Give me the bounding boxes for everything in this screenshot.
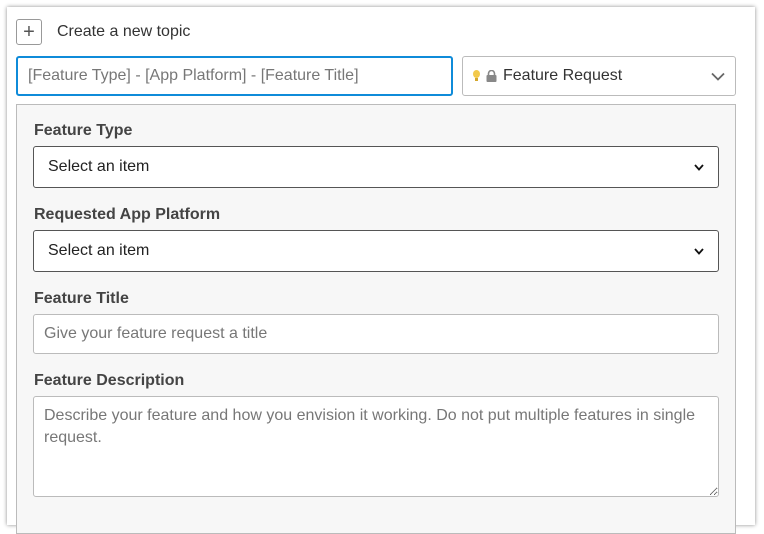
feature-type-selected: Select an item	[48, 158, 150, 175]
feature-description-textarea[interactable]	[33, 396, 719, 497]
category-label: Feature Request	[503, 67, 623, 84]
app-platform-selected: Select an item	[48, 242, 150, 259]
chevron-down-icon	[694, 163, 704, 171]
lock-icon	[486, 70, 497, 82]
chevron-down-icon	[694, 247, 704, 255]
plus-icon: +	[23, 21, 35, 43]
feature-type-label: Feature Type	[34, 122, 133, 139]
chevron-down-icon	[711, 72, 725, 81]
feature-description-label: Feature Description	[34, 372, 185, 389]
feature-title-label: Feature Title	[34, 290, 129, 307]
category-dropdown[interactable]: Feature Request	[462, 56, 736, 96]
app-platform-select[interactable]: Select an item	[33, 230, 719, 272]
feature-title-input[interactable]	[33, 314, 719, 354]
composer-title: Create a new topic	[57, 23, 191, 40]
feature-type-select[interactable]: Select an item	[33, 146, 719, 188]
topic-form-panel: Feature Type Select an item Requested Ap…	[16, 104, 736, 534]
lightbulb-icon	[473, 70, 480, 81]
topic-title-input[interactable]	[16, 56, 453, 96]
create-topic-button[interactable]: +	[16, 19, 42, 45]
composer-header: + Create a new topic	[16, 19, 190, 45]
app-platform-label: Requested App Platform	[34, 206, 221, 223]
